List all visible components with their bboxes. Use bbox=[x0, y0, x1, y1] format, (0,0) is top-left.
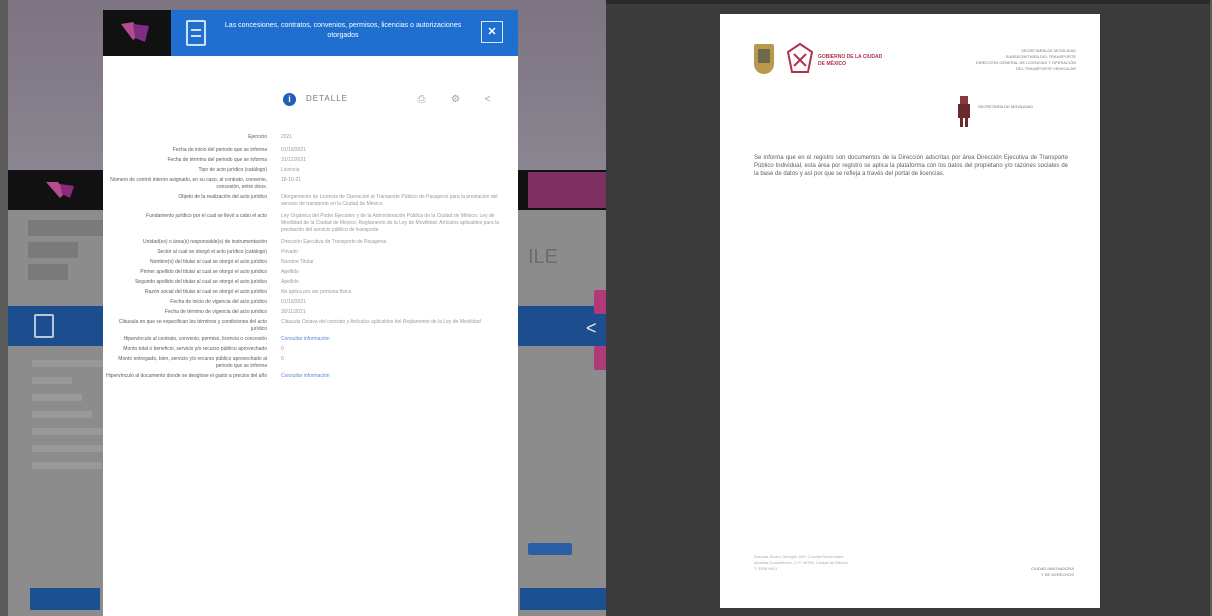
viewer-toolbar bbox=[606, 0, 1210, 4]
coat-of-arms-icon bbox=[754, 44, 774, 74]
cdmx-logo-icon bbox=[121, 22, 149, 42]
detail-label: Hipervínculo al documento donde se desgl… bbox=[106, 373, 267, 379]
detail-row: Ejercicio 2021 bbox=[103, 134, 518, 141]
footer-line: T. 5209 9913 bbox=[754, 566, 778, 571]
detail-row: Segundo apellido del titular al cual se … bbox=[103, 279, 518, 286]
details-modal: Las concesiones, contratos, convenios, p… bbox=[103, 10, 518, 616]
detail-label: Segundo apellido del titular al cual se … bbox=[134, 279, 267, 285]
details-label: DETALLE bbox=[306, 94, 348, 103]
pdf-footer-address: Avenida Álvaro Obregón 269, Colonia Roma… bbox=[754, 554, 874, 572]
background-accent-bar bbox=[528, 172, 608, 208]
detail-value: Cláusula Octava del contrato y Artículos… bbox=[281, 319, 481, 325]
detail-label: Monto entregado, bien, servicio y/o recu… bbox=[118, 356, 267, 369]
detail-label: Unidad(es) o área(s) responsable(s) de i… bbox=[143, 239, 267, 245]
footer-line: Y DE DERECHOS bbox=[1040, 572, 1074, 577]
background-faint-text: ILE bbox=[528, 246, 559, 268]
detail-label: Fecha de término de vigencia del acto ju… bbox=[164, 309, 267, 315]
detail-row: Monto entregado, bien, servicio y/o recu… bbox=[103, 356, 518, 370]
detail-value: 31/12/2021 bbox=[281, 157, 307, 163]
detail-value: No aplica por ser persona física bbox=[281, 289, 352, 295]
detail-row: Primer apellido del titular al cual se o… bbox=[103, 269, 518, 276]
secretaria-name: SECRETARÍA DE MOVILIDAD bbox=[978, 104, 1033, 109]
detail-label: Fecha de inicio de vigencia del acto jur… bbox=[170, 299, 267, 305]
detail-label: Nombre(s) del titular al cual se otorgó … bbox=[150, 259, 267, 265]
detail-row: Hipervínculo al documento donde se desgl… bbox=[103, 373, 518, 380]
pdf-footer-slogan: CIUDAD INNOVADORA Y DE DERECHOS bbox=[1010, 566, 1074, 578]
document-icon bbox=[34, 314, 54, 338]
detail-value: Apellido bbox=[281, 279, 299, 285]
detail-value: 0 bbox=[281, 346, 284, 352]
share-icon[interactable]: < bbox=[586, 318, 597, 339]
detail-label: Fundamento jurídico por el cual se llevó… bbox=[146, 213, 267, 219]
detail-link[interactable]: Consultar información bbox=[273, 336, 503, 343]
details-toolbar: i DETALLE ⎙ ⚙ < bbox=[103, 88, 518, 112]
pdf-body-text: Se informa que en el registro son docume… bbox=[754, 155, 1068, 177]
detail-row: Fecha de inicio del periodo que se infor… bbox=[103, 147, 518, 154]
detail-label: Sector al cual se otorgó el acto jurídic… bbox=[157, 249, 267, 255]
detail-row: Objeto de la realización del acto jurídi… bbox=[103, 194, 518, 208]
detail-value: 0 bbox=[281, 356, 284, 362]
info-icon: i bbox=[283, 93, 296, 106]
secretaria-logo-icon bbox=[958, 96, 970, 127]
detail-row: Sector al cual se otorgó el acto jurídic… bbox=[103, 249, 518, 256]
detail-value: 01/10/2021 bbox=[281, 147, 307, 153]
close-button[interactable]: ✕ bbox=[481, 21, 503, 43]
settings-icon[interactable]: ⚙ bbox=[449, 93, 462, 106]
detail-row: Monto total o beneficio, servicio y/o re… bbox=[103, 346, 518, 353]
share-icon[interactable]: < bbox=[481, 93, 494, 106]
detail-value: 18-10-21 bbox=[281, 177, 302, 183]
detail-row: Fecha de término de vigencia del acto ju… bbox=[103, 309, 518, 316]
detail-link[interactable]: Consultar información bbox=[273, 373, 503, 380]
screen: ILE < Las concesiones, contratos, conven… bbox=[0, 0, 1212, 616]
detail-row: Hipervínculo al contrato, convenio, perm… bbox=[103, 336, 518, 343]
modal-header: Las concesiones, contratos, convenios, p… bbox=[103, 10, 518, 56]
detail-value: 2021 bbox=[281, 134, 293, 140]
detail-label: Ejercicio bbox=[248, 134, 267, 140]
background-footer-button[interactable] bbox=[30, 588, 100, 610]
detail-value: Dirección Ejecutiva de Transporte de Pas… bbox=[281, 239, 387, 245]
cdmx-seal-icon bbox=[786, 42, 814, 73]
detail-value: Nombre Titular bbox=[281, 259, 314, 265]
detail-label: Fecha de inicio del periodo que se infor… bbox=[172, 147, 267, 153]
detail-label: Hipervínculo al contrato, convenio, perm… bbox=[123, 336, 267, 342]
detail-value: 01/10/2021 bbox=[281, 299, 307, 305]
detail-label: Primer apellido del titular al cual se o… bbox=[140, 269, 267, 275]
modal-title: Las concesiones, contratos, convenios, p… bbox=[224, 22, 462, 39]
print-icon[interactable]: ⎙ bbox=[415, 93, 428, 106]
detail-label: Cláusula en que se especifican los térmi… bbox=[118, 319, 267, 332]
background-footer-button[interactable] bbox=[520, 588, 608, 610]
detail-row: Fundamento jurídico por el cual se llevó… bbox=[103, 213, 518, 234]
background-text-lines bbox=[32, 360, 112, 479]
detail-label: Monto total o beneficio, servicio y/o re… bbox=[123, 346, 267, 352]
detail-row: Número de control interno asignado, en s… bbox=[103, 177, 518, 191]
cdmx-logo-icon bbox=[46, 182, 74, 198]
background-button[interactable] bbox=[528, 543, 572, 555]
details-list: Ejercicio 2021 Fecha de inicio del periodo… bbox=[103, 134, 518, 383]
document-icon bbox=[186, 20, 206, 46]
detail-value: Ley Orgánica del Poder Ejecutivo y de la… bbox=[281, 213, 499, 233]
detail-label: Razón social del titular al cual se otor… bbox=[144, 289, 267, 295]
modal-logo bbox=[103, 10, 171, 56]
detail-value: Privado bbox=[281, 249, 298, 255]
detail-row: Unidad(es) o área(s) responsable(s) de i… bbox=[103, 239, 518, 246]
pdf-header-text: SECRETARÍA DE MOVILIDAD SUBSECRETARÍA DE… bbox=[926, 48, 1076, 72]
detail-row: Tipo de acto jurídico (catálogo) Licencia bbox=[103, 167, 518, 174]
detail-row: Fecha de inicio de vigencia del acto jur… bbox=[103, 299, 518, 306]
detail-label: Número de control interno asignado, en s… bbox=[110, 177, 267, 190]
detail-row: Fecha de término del periodo que se info… bbox=[103, 157, 518, 164]
detail-label: Fecha de término del periodo que se info… bbox=[167, 157, 267, 163]
cdmx-name: GOBIERNO DE LA CIUDAD DE MÉXICO bbox=[818, 54, 883, 67]
pdf-page: GOBIERNO DE LA CIUDAD DE MÉXICO SECRETAR… bbox=[720, 14, 1100, 608]
detail-label: Tipo de acto jurídico (catálogo) bbox=[198, 167, 267, 173]
pdf-viewer: GOBIERNO DE LA CIUDAD DE MÉXICO SECRETAR… bbox=[606, 0, 1210, 616]
detail-value: Licencia bbox=[281, 167, 300, 173]
detail-row: Cláusula en que se especifican los térmi… bbox=[103, 319, 518, 333]
header-line: DEL TRANSPORTE VEHICULAR bbox=[1016, 66, 1076, 71]
detail-value: 30/11/2021 bbox=[281, 309, 306, 315]
detail-value: Apellido bbox=[281, 269, 299, 275]
detail-value: Otorgamiento de Licencia de Operación al… bbox=[281, 194, 498, 207]
detail-row: Razón social del titular al cual se otor… bbox=[103, 289, 518, 296]
detail-label: Objeto de la realización del acto jurídi… bbox=[178, 194, 267, 200]
detail-row: Nombre(s) del titular al cual se otorgó … bbox=[103, 259, 518, 266]
